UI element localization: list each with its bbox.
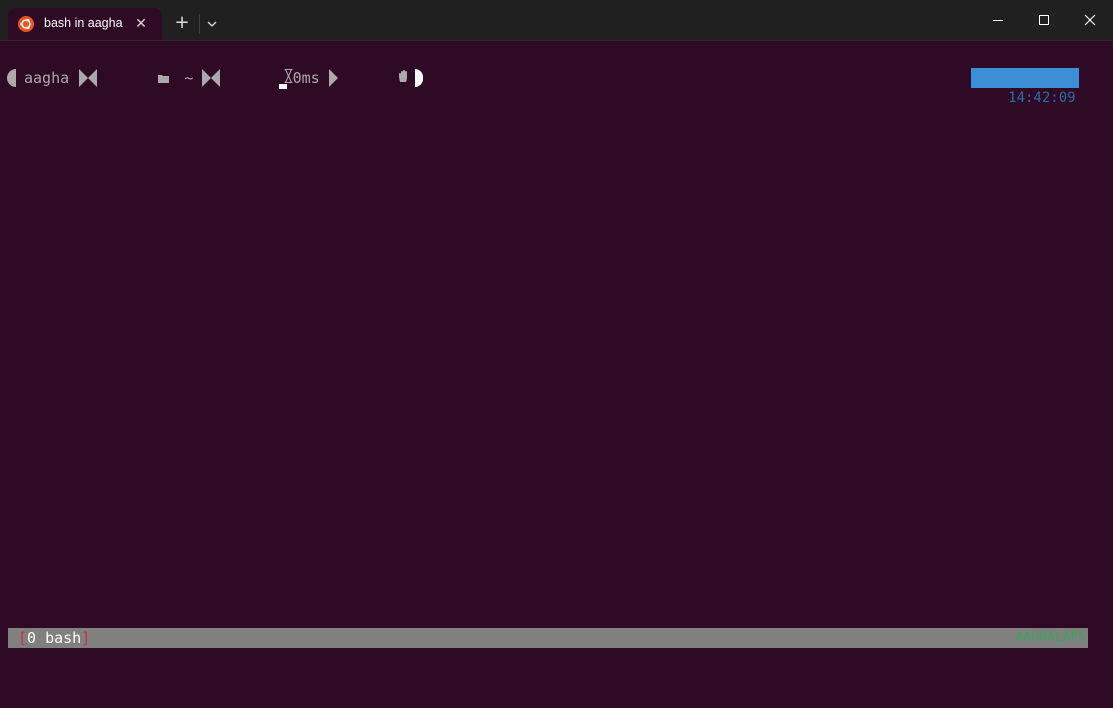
new-tab-button[interactable]: +: [170, 12, 194, 36]
status-window-list[interactable]: [0 bash]: [18, 628, 90, 648]
title-bar: bash in aagha ✕ +: [0, 0, 1113, 41]
status-window-name: 0 bash: [27, 629, 82, 647]
clock-segment: 14:42:09: [971, 68, 1079, 106]
prompt-separator-icon: [202, 69, 212, 87]
prompt-separator-icon: [328, 69, 338, 87]
status-bracket-close: ]: [81, 629, 91, 647]
prompt-user: aagha: [24, 69, 70, 87]
status-hostname: AAGHALAPS: [1015, 630, 1086, 645]
prompt-path: ~: [184, 69, 194, 87]
prompt-duration: 0ms: [292, 69, 320, 87]
folder-icon: [104, 51, 170, 105]
clock-time: 14:42:09: [1008, 90, 1076, 106]
prompt-left-cap: [7, 69, 16, 87]
hand-icon: [344, 51, 409, 105]
status-bracket-open: [: [18, 629, 28, 647]
close-tab-button[interactable]: ✕: [130, 13, 152, 35]
close-icon: [1084, 14, 1096, 26]
tab-divider: [199, 14, 200, 34]
minimize-button[interactable]: [975, 8, 1021, 34]
text-cursor: [279, 84, 287, 89]
prompt-separator-icon: [211, 69, 221, 87]
terminal-area[interactable]: aagha ~ 0ms 14:42:09 [0 bash] AAGHALAPS: [0, 41, 1113, 656]
close-window-button[interactable]: [1067, 8, 1113, 34]
tab-dropdown-button[interactable]: [202, 13, 222, 35]
chevron-down-icon: [207, 21, 217, 27]
shell-prompt: aagha ~ 0ms: [7, 68, 423, 88]
ubuntu-icon: [18, 16, 34, 32]
tab-bash[interactable]: bash in aagha ✕: [8, 8, 162, 40]
prompt-separator-icon: [79, 69, 89, 87]
maximize-icon: [1039, 15, 1049, 25]
tmux-status-bar: [0 bash] AAGHALAPS: [8, 628, 1088, 648]
prompt-right-cap: [414, 69, 423, 87]
prompt-separator-icon: [88, 69, 98, 87]
minimize-icon: [993, 20, 1003, 21]
hourglass-icon: [229, 51, 293, 105]
tab-title: bash in aagha: [44, 16, 123, 30]
maximize-button[interactable]: [1021, 8, 1067, 34]
